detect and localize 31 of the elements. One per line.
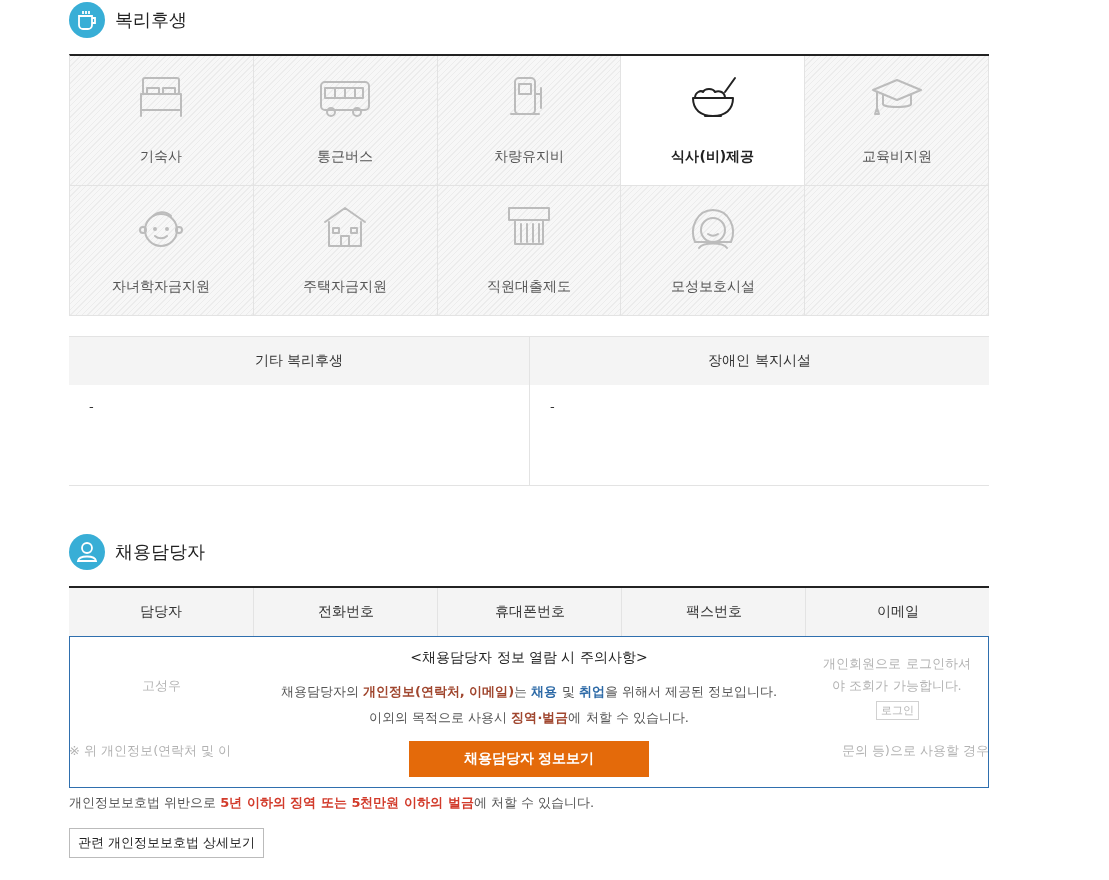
penalty-text: 개인정보보호법 위반으로 5년 이하의 징역 또는 5천만원 이하의 벌금에 처할 수 있습니다.	[69, 794, 596, 812]
welfare-item[interactable]: 차량유지비	[437, 56, 622, 186]
law-details-button[interactable]: 관련 개인정보보호법 상세보기	[69, 828, 265, 858]
footnote: ※ 위 개인정보(연락처 및 이	[69, 742, 232, 760]
section-title: 복리후생	[115, 8, 187, 32]
column-header: 담당자	[140, 603, 182, 621]
column-header: 기타 복리후생	[254, 352, 344, 370]
welfare-item[interactable]: 기숙사	[70, 56, 254, 186]
welfare-item[interactable]: 모성보호시설	[621, 186, 806, 316]
column-header: 이메일	[876, 603, 919, 621]
column-header: 휴대폰번호	[494, 603, 565, 621]
footnote: 문의 등)으로 사용할 경우	[841, 742, 989, 760]
login-notice: 개인회원으로 로그인하셔야 조회가 가능합니다.	[822, 654, 972, 695]
welfare-item[interactable]: 자녀학자금지원	[70, 186, 254, 316]
column-header: 전화번호	[317, 603, 374, 621]
notice-title: <채용담당자 정보 열람 시 주의사항>	[410, 649, 648, 667]
welfare-item[interactable]: 주택자금지원	[253, 186, 438, 316]
column-header: 팩스번호	[685, 603, 742, 621]
table-cell: -	[550, 399, 555, 414]
coffee-cup-icon	[69, 2, 105, 38]
column-header: 장애인 복지시설	[708, 352, 811, 370]
welfare-item[interactable]: 직원대출제도	[437, 186, 622, 316]
table-cell-text: 고성우	[140, 677, 182, 695]
table-cell: -	[89, 399, 94, 414]
notice-text: 이외의 목적으로 사용시 징역·벌금에 처할 수 있습니다.	[369, 709, 689, 727]
welfare-item[interactable]: 식사(비)제공	[621, 56, 806, 186]
welfare-item[interactable]: 교육비지원	[805, 56, 989, 186]
section-title: 채용담당자	[115, 540, 205, 564]
notice-text: 채용담당자의 개인정보(연락처, 이메일)는 채용 및 취업을 위해서 제공된 정보입니다.	[280, 683, 778, 701]
person-icon	[69, 534, 105, 570]
welfare-item[interactable]: 통근버스	[253, 56, 438, 186]
